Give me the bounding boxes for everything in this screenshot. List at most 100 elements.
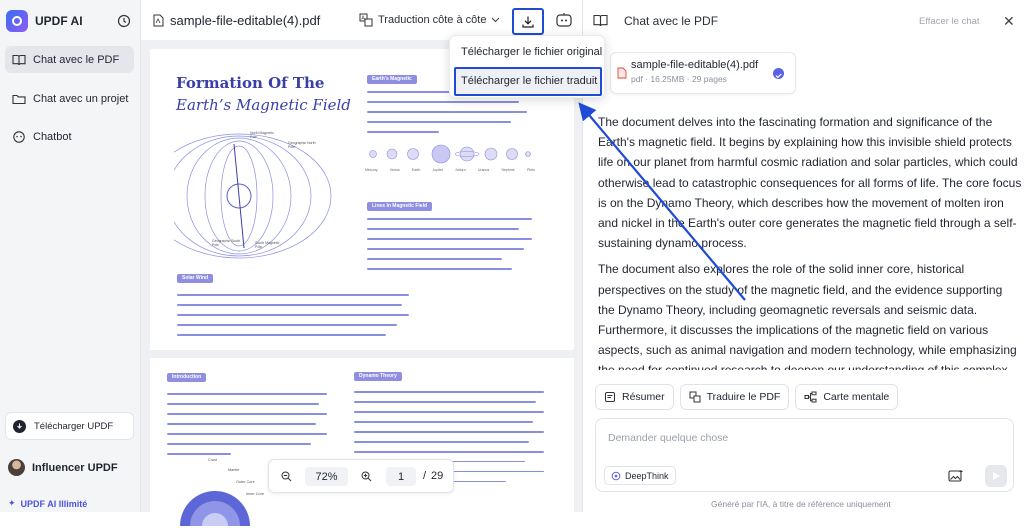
- planet-label: Pluto: [526, 168, 535, 172]
- sidebar: UPDF AI Chat avec le PDF Chat avec un pr…: [0, 0, 141, 512]
- translate-mode-label: Traduction côte à côte: [378, 14, 487, 26]
- user-profile[interactable]: Influencer UPDF: [8, 459, 118, 476]
- chip-label: Résumer: [622, 391, 665, 403]
- earth-layers-illustration: [180, 491, 250, 526]
- doc-title-line1: Formation Of The: [176, 74, 325, 92]
- section-label: Dynamo Theory: [354, 372, 402, 381]
- menu-item-download-translated[interactable]: Télécharger le fichier traduit: [461, 75, 597, 87]
- send-button[interactable]: [985, 465, 1007, 487]
- avatar: [8, 459, 25, 476]
- download-updf-button[interactable]: Télécharger UPDF: [5, 412, 134, 440]
- pdf-file-icon: [153, 14, 164, 27]
- ai-disclaimer: Généré par l'IA, à titre de référence un…: [711, 499, 891, 509]
- diagram-label: Geographic North Pole: [288, 141, 316, 149]
- planet-label: Mercury: [365, 168, 378, 172]
- deepthink-icon: [611, 471, 621, 480]
- planet-label: Neptune: [501, 168, 515, 172]
- deepthink-label: DeepThink: [625, 470, 669, 481]
- ai-answer: The document delves into the fascinating…: [598, 112, 1022, 370]
- book-icon: [12, 54, 26, 65]
- ai-unlimited-link[interactable]: ✦ UPDF AI Illimité: [8, 498, 87, 509]
- user-name: Influencer UPDF: [32, 461, 118, 474]
- download-icon: [13, 419, 26, 433]
- diagram-label: North Magnetic Pole: [250, 131, 274, 139]
- chat-header: Chat avec le PDF Effacer le chat ✕: [583, 0, 1024, 40]
- chat-input-placeholder: Demander quelque chose: [608, 432, 729, 444]
- quick-actions: Résumer Traduire le PDF Carte mentale: [595, 384, 899, 410]
- ai-assistant-icon[interactable]: [555, 12, 573, 28]
- sparkle-icon: ✦: [8, 498, 16, 508]
- planet-label: Jupiter: [432, 168, 444, 172]
- deepthink-toggle[interactable]: DeepThink: [604, 466, 676, 485]
- document-toolbar: sample-file-editable(4).pdf A Traduction…: [141, 0, 582, 40]
- brand: UPDF AI: [6, 10, 83, 32]
- planet-label: Earth: [411, 168, 421, 172]
- translate-icon: [689, 391, 701, 403]
- app-name: UPDF AI: [35, 14, 83, 28]
- section-label: Introduction: [167, 373, 207, 382]
- page-separator: /: [423, 470, 427, 482]
- page-number-input[interactable]: 1: [386, 467, 416, 486]
- download-button[interactable]: [512, 8, 544, 35]
- check-icon: [773, 68, 784, 79]
- download-menu: Télécharger le fichier original Téléchar…: [449, 35, 605, 98]
- doc-title-line2: Earth’s Magnetic Field: [176, 96, 351, 114]
- image-upload-icon[interactable]: [948, 469, 964, 483]
- close-icon[interactable]: ✕: [1003, 14, 1015, 28]
- download-icon: [522, 16, 534, 28]
- sidebar-item-label: Chat avec un projet: [33, 92, 129, 105]
- pdf-file-icon: [617, 67, 627, 79]
- planet-label: Uranus: [477, 168, 490, 172]
- ai-unlimited-label: UPDF AI Illimité: [20, 498, 88, 509]
- folder-icon: [12, 94, 26, 104]
- file-card-name: sample-file-editable(4).pdf: [631, 59, 759, 71]
- summarize-button[interactable]: Résumer: [595, 384, 674, 410]
- chat-input[interactable]: Demander quelque chose DeepThink: [595, 418, 1014, 492]
- book-icon[interactable]: [593, 14, 608, 27]
- planet-label: Venus: [389, 168, 400, 172]
- zoom-in-icon[interactable]: [361, 471, 372, 482]
- chatbot-icon: [13, 130, 25, 143]
- zoom-level[interactable]: 72%: [305, 467, 348, 486]
- sidebar-item-chatbot[interactable]: Chatbot: [5, 123, 134, 150]
- pdf-page-2: Introduction Dynamo Theory Crust Mantle …: [150, 358, 574, 528]
- total-pages: 29: [431, 470, 444, 482]
- chip-label: Traduire le PDF: [706, 391, 781, 403]
- section-label: Lines In Magnetic Field: [367, 202, 433, 211]
- pdf-viewer[interactable]: Formation Of The Earth’s Magnetic Field …: [141, 40, 582, 528]
- download-updf-label: Télécharger UPDF: [34, 420, 114, 432]
- answer-paragraph: The document delves into the fascinating…: [598, 115, 1022, 251]
- mind-map-button[interactable]: Carte mentale: [795, 384, 899, 410]
- text-block: [177, 294, 409, 344]
- layer-label: Crust: [208, 458, 218, 462]
- text-block: [367, 91, 527, 141]
- chip-label: Carte mentale: [823, 391, 890, 403]
- chevron-down-icon: [492, 17, 500, 23]
- planets-illustration: [369, 144, 531, 164]
- updf-logo: [6, 10, 28, 32]
- file-card[interactable]: sample-file-editable(4).pdf pdf · 16.25M…: [610, 52, 796, 94]
- clear-chat-button[interactable]: Effacer le chat: [919, 16, 980, 27]
- zoom-toolbar: 72% 1 / 29: [268, 459, 454, 493]
- layer-label: Inner Core: [246, 492, 264, 496]
- diagram-label: South Magnetic Pole: [255, 241, 280, 249]
- history-icon[interactable]: [117, 14, 131, 28]
- file-title: sample-file-editable(4).pdf: [170, 13, 321, 28]
- text-block: [167, 393, 327, 463]
- sidebar-item-chat-pdf[interactable]: Chat avec le PDF: [5, 46, 134, 73]
- layer-label: Mantle: [228, 468, 240, 472]
- translate-pdf-button[interactable]: Traduire le PDF: [679, 384, 790, 410]
- sidebar-item-label: Chat avec le PDF: [33, 53, 120, 66]
- send-icon: [993, 472, 1000, 480]
- sidebar-item-chat-project[interactable]: Chat avec un projet: [5, 85, 134, 112]
- summary-icon: [605, 392, 615, 402]
- answer-paragraph: The document also explores the role of t…: [598, 262, 1017, 370]
- layer-label: Outer Core: [236, 480, 255, 484]
- planet-labels: Mercury Venus Earth Jupiter Saturn Uranu…: [365, 168, 535, 172]
- translate-mode-select[interactable]: A Traduction côte à côte: [359, 13, 500, 27]
- menu-item-download-original[interactable]: Télécharger le fichier original: [461, 46, 602, 58]
- section-label: Earth's Magnetic: [367, 75, 417, 84]
- zoom-out-icon[interactable]: [281, 471, 292, 482]
- mind-map-icon: [804, 391, 817, 403]
- planet-label: Saturn: [455, 168, 466, 172]
